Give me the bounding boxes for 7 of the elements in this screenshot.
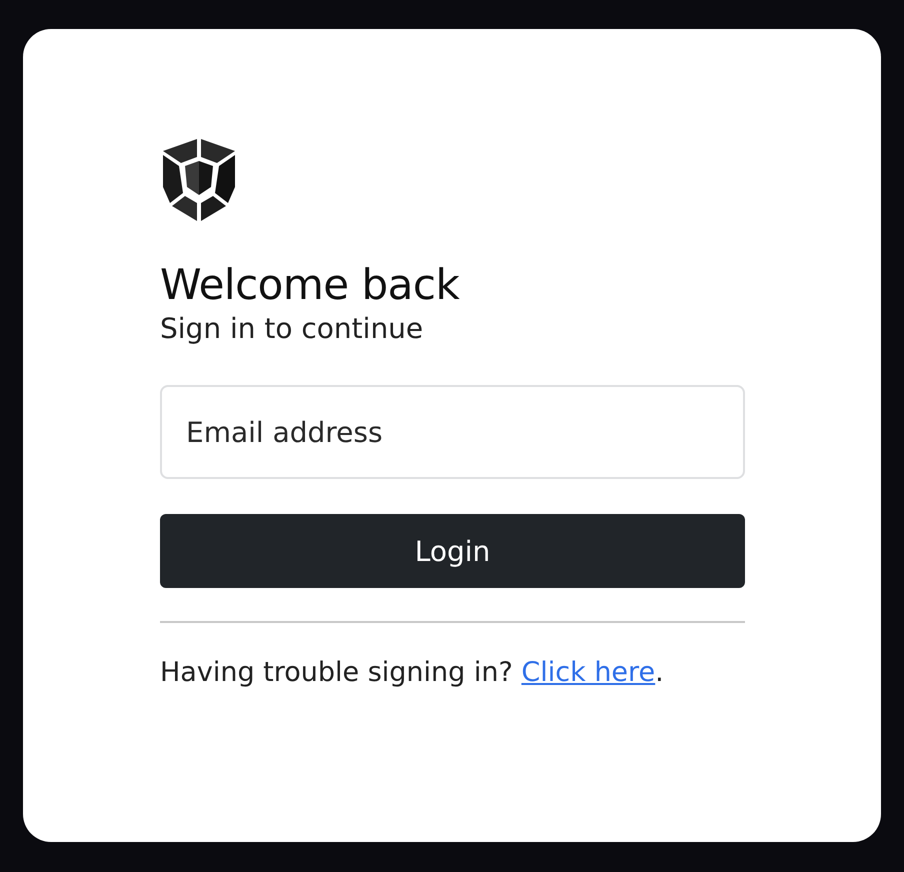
help-link[interactable]: Click here xyxy=(521,657,656,688)
subheading: Sign in to continue xyxy=(160,311,424,347)
email-field[interactable]: Email address xyxy=(160,385,745,479)
help-text: Having trouble signing in? Click here. xyxy=(160,657,664,688)
heading: Welcome back xyxy=(160,259,460,311)
shield-logo-icon xyxy=(161,139,237,221)
login-button[interactable]: Login xyxy=(160,514,745,588)
